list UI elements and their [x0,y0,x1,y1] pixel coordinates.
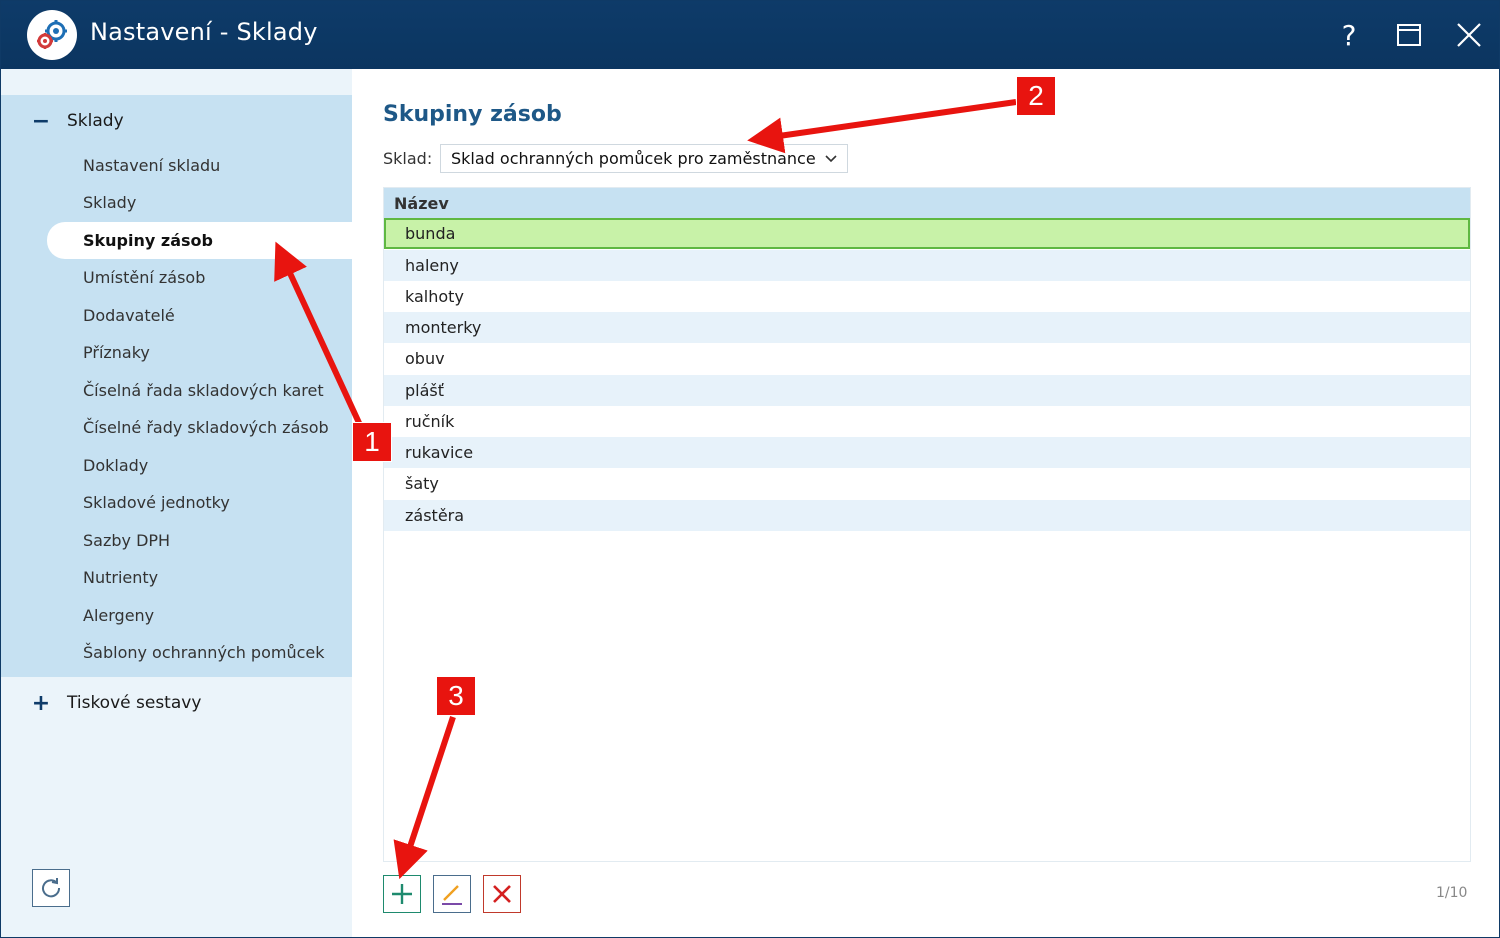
delete-button[interactable] [483,875,521,913]
sidebar-group-header-sklady[interactable]: − Sklady [29,108,124,134]
sidebar-item-label: Sazby DPH [83,531,171,550]
sidebar-item-umisteni-zasob[interactable]: Umístění zásob [47,259,352,296]
refresh-icon [42,878,61,898]
table-row[interactable]: bunda [384,218,1470,249]
sidebar-item-ciselne-rady-zasob[interactable]: Číselné řady skladových zásob [47,409,352,446]
page-title: Skupiny zásob [383,102,562,127]
sidebar-item-skupiny-zasob[interactable]: Skupiny zásob [47,222,352,259]
sidebar-group-label: Tiskové sestavy [67,693,202,713]
cell-nazev: haleny [405,256,459,275]
sidebar-item-label: Nastavení skladu [83,156,221,175]
table-row[interactable]: zástěra [384,500,1470,531]
sidebar-item-label: Skladové jednotky [83,493,230,512]
sidebar-item-sablony[interactable]: Šablony ochranných pomůcek [47,634,352,671]
table-row[interactable]: haleny [384,250,1470,281]
cell-nazev: bunda [405,224,456,243]
annotation-badge-2: 2 [1016,76,1056,116]
table-row[interactable]: šaty [384,468,1470,499]
title-bar: Nastavení - Sklady ? [1,1,1499,69]
cell-nazev: plášť [405,381,445,400]
window-title: Nastavení - Sklady [90,18,318,46]
sidebar-item-label: Sklady [83,193,137,212]
table-row[interactable]: ručník [384,406,1470,437]
delete-x-icon [493,885,511,903]
sidebar-item-doklady[interactable]: Doklady [47,447,352,484]
close-icon [1457,23,1481,47]
sidebar-item-label: Číselné řady skladových zásob [83,418,329,437]
sidebar-item-label: Umístění zásob [83,268,206,287]
sidebar: − Sklady Nastavení skladu Sklady Skupiny… [1,69,352,937]
cell-nazev: ručník [405,412,455,431]
add-button[interactable] [383,875,421,913]
table-row[interactable]: rukavice [384,437,1470,468]
sidebar-item-label: Alergeny [83,606,155,625]
edit-button[interactable] [433,875,471,913]
sidebar-group-label: Sklady [67,111,124,131]
close-button[interactable] [1449,15,1489,55]
settings-window: Nastavení - Sklady ? − Sklady Nastavení … [0,0,1500,938]
sidebar-group-header-tiskove[interactable]: + Tiskové sestavy [29,690,202,716]
chevron-down-icon [825,155,837,163]
sidebar-item-sklady[interactable]: Sklady [47,184,352,221]
sidebar-item-sazby-dph[interactable]: Sazby DPH [47,522,352,559]
refresh-button[interactable] [32,869,70,907]
groups-table: Název bunda haleny kalhoty monterky obuv… [383,187,1471,862]
sidebar-item-dodavatele[interactable]: Dodavatelé [47,297,352,334]
cell-nazev: monterky [405,318,482,337]
annotation-badge-3: 3 [436,676,476,716]
maximize-icon [1397,24,1421,46]
sidebar-item-nastaveni-skladu[interactable]: Nastavení skladu [47,147,352,184]
sidebar-item-label: Doklady [83,456,149,475]
collapse-icon: − [31,108,51,134]
gears-icon [27,10,77,60]
help-button[interactable]: ? [1329,15,1369,55]
cell-nazev: kalhoty [405,287,464,306]
sidebar-item-label: Číselná řada skladových karet [83,381,324,400]
expand-icon: + [31,690,51,716]
pencil-icon [442,885,462,905]
cell-nazev: rukavice [405,443,474,462]
maximize-button[interactable] [1389,15,1429,55]
sidebar-item-label: Dodavatelé [83,306,175,325]
pager-indicator: 1/10 [1436,885,1468,901]
plus-icon [392,884,412,904]
main-panel: Skupiny zásob Sklad: Sklad ochranných po… [352,69,1499,937]
sidebar-item-ciselna-rada-karet[interactable]: Číselná řada skladových karet [47,372,352,409]
sidebar-item-alergeny[interactable]: Alergeny [47,597,352,634]
sidebar-item-label: Příznaky [83,343,150,362]
table-row[interactable]: monterky [384,312,1470,343]
sidebar-item-skladove-jednotky[interactable]: Skladové jednotky [47,484,352,521]
sklad-select[interactable]: Sklad ochranných pomůcek pro zaměstnance [440,144,848,173]
table-row[interactable]: plášť [384,375,1470,406]
sidebar-item-priznaky[interactable]: Příznaky [47,334,352,371]
sidebar-item-label: Šablony ochranných pomůcek [83,643,325,662]
cell-nazev: šaty [405,474,439,493]
table-row[interactable]: obuv [384,343,1470,374]
cell-nazev: obuv [405,349,445,368]
annotation-badge-1: 1 [352,422,392,462]
sidebar-item-nutrienty[interactable]: Nutrienty [47,559,352,596]
column-header-nazev[interactable]: Název [384,188,1470,218]
sklad-select-value: Sklad ochranných pomůcek pro zaměstnance [451,149,816,168]
cell-nazev: zástěra [405,506,465,525]
table-row[interactable]: kalhoty [384,281,1470,312]
sidebar-item-label: Nutrienty [83,568,159,587]
sidebar-group-sklady: − Sklady Nastavení skladu Sklady Skupiny… [1,95,352,677]
sidebar-item-label: Skupiny zásob [83,231,213,250]
sklad-label: Sklad: [383,149,433,168]
